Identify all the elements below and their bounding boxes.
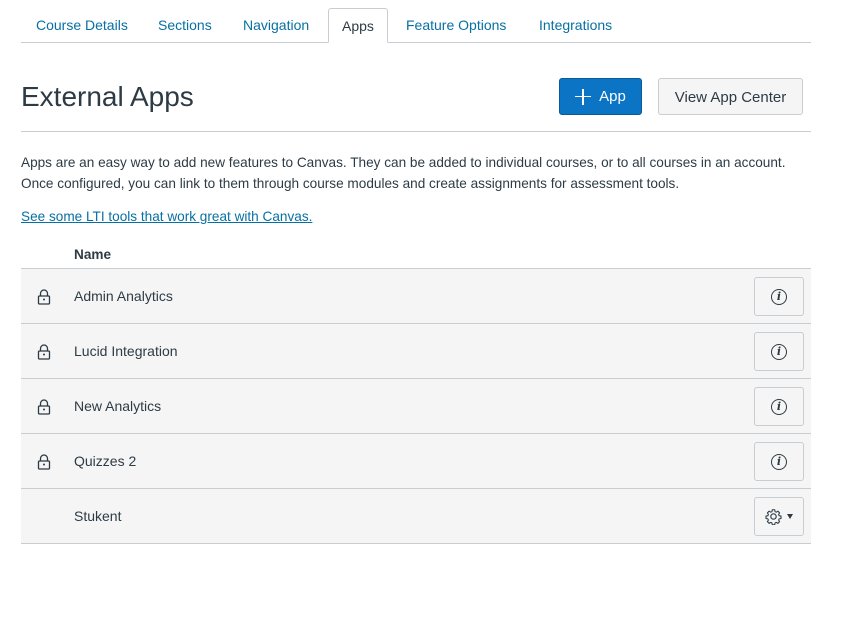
page-title: External Apps (21, 81, 194, 112)
lock-icon (37, 399, 51, 415)
app-name: Lucid Integration (74, 343, 178, 359)
lti-tools-link[interactable]: See some LTI tools that work great with … (21, 207, 312, 227)
info-icon: i (771, 398, 787, 415)
gear-icon (765, 509, 782, 525)
apps-table: Admin Analytics i Lucid Integration i Ne… (21, 268, 811, 544)
tab-apps[interactable]: Apps (328, 8, 388, 43)
column-header-name: Name (74, 247, 112, 262)
app-settings-menu-button[interactable] (754, 497, 804, 536)
tab-course-details[interactable]: Course Details (21, 8, 143, 43)
header-divider (21, 131, 811, 132)
apps-description: Apps are an easy way to add new features… (21, 155, 786, 191)
tab-sections[interactable]: Sections (143, 8, 227, 43)
info-icon: i (771, 453, 787, 470)
app-info-button[interactable]: i (754, 332, 804, 371)
table-row: Quizzes 2 i (21, 434, 811, 489)
app-name: Admin Analytics (74, 288, 173, 304)
info-icon: i (771, 343, 787, 360)
plus-icon (575, 88, 592, 105)
tab-feature-options[interactable]: Feature Options (391, 8, 521, 43)
tab-navigation[interactable]: Navigation (228, 8, 324, 43)
view-app-center-button[interactable]: View App Center (658, 78, 803, 115)
info-icon: i (771, 288, 787, 305)
table-row: Stukent (21, 489, 811, 544)
app-info-button[interactable]: i (754, 442, 804, 481)
add-app-button[interactable]: App (559, 78, 642, 115)
chevron-down-icon (787, 514, 793, 519)
lock-icon (37, 454, 51, 470)
settings-tabs: Course Details Sections Navigation Apps … (21, 8, 811, 43)
app-info-button[interactable]: i (754, 387, 804, 426)
app-name: Stukent (74, 508, 122, 524)
lock-icon (37, 289, 51, 305)
app-name: Quizzes 2 (74, 453, 137, 469)
lock-icon (37, 344, 51, 360)
table-row: Lucid Integration i (21, 324, 811, 379)
table-row: New Analytics i (21, 379, 811, 434)
app-info-button[interactable]: i (754, 277, 804, 316)
app-name: New Analytics (74, 398, 162, 414)
add-app-label: App (599, 88, 626, 105)
table-row: Admin Analytics i (21, 269, 811, 324)
tab-integrations[interactable]: Integrations (524, 8, 627, 43)
